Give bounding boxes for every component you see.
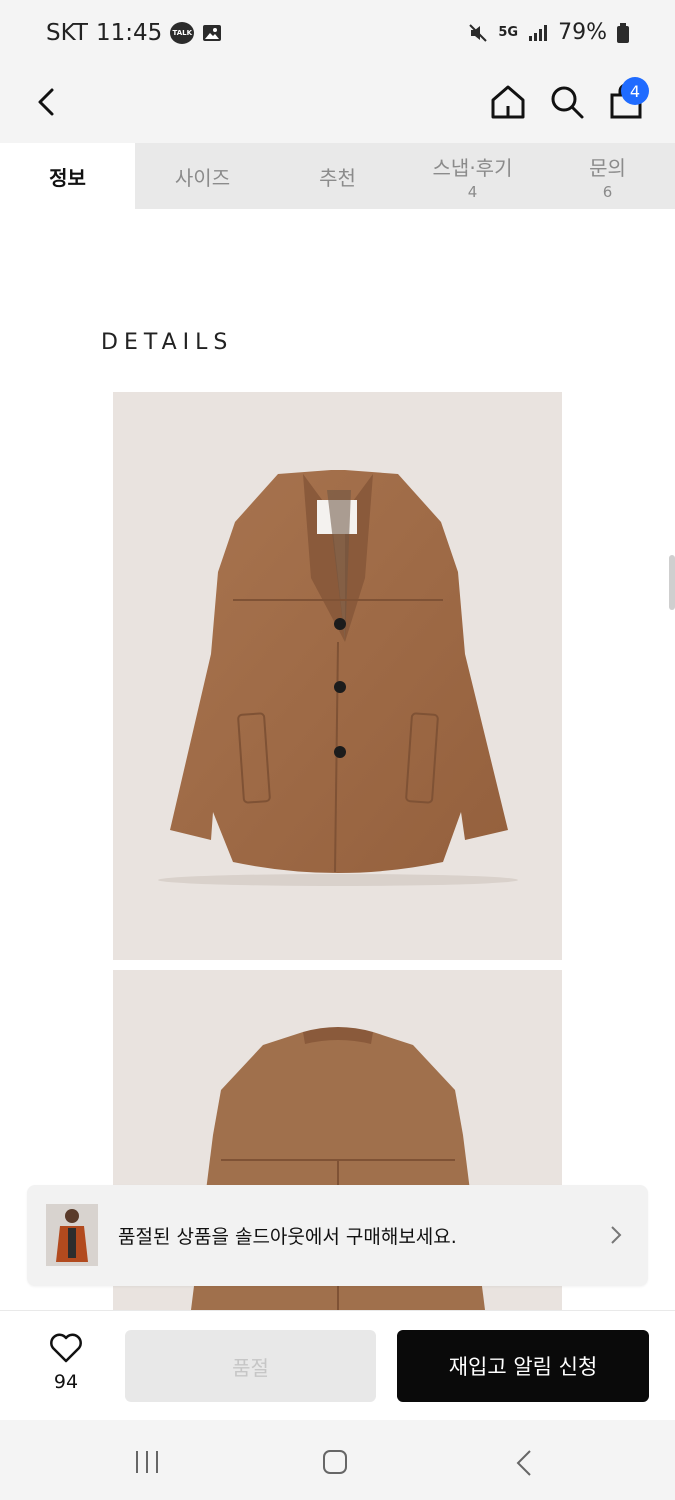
chevron-right-icon — [611, 1226, 622, 1244]
tab-count: 6 — [602, 182, 613, 201]
gallery-icon — [203, 25, 222, 41]
battery-icon — [617, 22, 629, 43]
soldout-promo-banner[interactable]: 품절된 상품을 솔드아웃에서 구매해보세요. — [27, 1185, 648, 1286]
model-thumbnail — [46, 1204, 98, 1266]
carrier-label: SKT — [46, 20, 88, 46]
nav-back-icon[interactable] — [515, 1449, 533, 1477]
wish-count: 94 — [53, 1371, 79, 1393]
coat-front-illustration — [158, 470, 518, 886]
tab-label: 추천 — [319, 165, 356, 190]
banner-text: 품절된 상품을 솔드아웃에서 구매해보세요. — [118, 1226, 457, 1248]
tab-info[interactable]: 정보 — [0, 143, 135, 209]
network-label: 5G — [498, 25, 519, 40]
tab-label: 문의 — [589, 155, 626, 180]
tab-label: 사이즈 — [174, 165, 231, 190]
details-heading: DETAILS — [101, 330, 234, 355]
tab-label: 스냅·후기 — [432, 155, 513, 180]
tab-count: 4 — [467, 182, 478, 201]
recent-apps-icon[interactable] — [134, 1450, 160, 1474]
tab-inquiry[interactable]: 문의 6 — [540, 143, 675, 209]
status-right: 5G 79% — [468, 20, 629, 45]
signal-icon — [529, 24, 548, 41]
tab-size[interactable]: 사이즈 — [135, 143, 270, 209]
battery-percent: 79% — [558, 20, 607, 45]
mute-icon — [469, 23, 488, 42]
home-button-icon[interactable] — [322, 1449, 348, 1475]
tab-label: 정보 — [49, 165, 86, 190]
status-left: SKT 11:45 TALK — [46, 20, 222, 46]
bottom-action-bar: 94 품절 재입고 알림 신청 — [0, 1310, 675, 1421]
restock-alert-button[interactable]: 재입고 알림 신청 — [397, 1330, 649, 1402]
search-icon[interactable] — [547, 82, 587, 122]
top-header — [0, 68, 675, 143]
soldout-button[interactable]: 품절 — [125, 1330, 376, 1402]
talk-label: TALK — [172, 29, 193, 37]
status-bar: SKT 11:45 TALK 5G 79% — [0, 0, 675, 68]
home-icon[interactable] — [488, 82, 528, 122]
kakaotalk-icon: TALK — [170, 22, 195, 44]
system-nav-bar — [0, 1420, 675, 1500]
tab-recommend[interactable]: 추천 — [270, 143, 405, 209]
banner-thumbnail — [46, 1204, 98, 1266]
wishlist-button[interactable]: 94 — [37, 1333, 95, 1393]
cart-count-badge: 4 — [621, 77, 649, 105]
clock: 11:45 — [95, 20, 163, 46]
product-photo-front — [113, 392, 562, 960]
scroll-indicator[interactable] — [669, 555, 675, 610]
back-arrow-icon[interactable] — [30, 82, 66, 122]
heart-icon — [50, 1333, 82, 1363]
product-tabs: 정보 사이즈 추천 스냅·후기 4 문의 6 — [0, 143, 675, 209]
tab-snap-review[interactable]: 스냅·후기 4 — [405, 143, 540, 209]
